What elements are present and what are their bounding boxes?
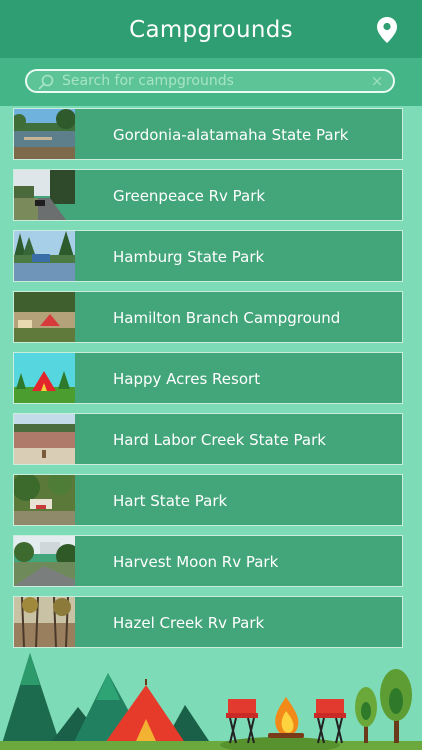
list-item[interactable]: Gordonia-alatamaha State Park bbox=[13, 108, 403, 160]
campground-name: Hazel Creek Rv Park bbox=[113, 614, 265, 632]
list-item[interactable]: Hamburg State Park bbox=[13, 230, 403, 282]
list-item[interactable]: Hazel Creek Rv Park bbox=[13, 596, 403, 648]
campground-name: Hamilton Branch Campground bbox=[113, 309, 341, 327]
campground-name: Hard Labor Creek State Park bbox=[113, 431, 326, 449]
list-item[interactable]: Harvest Moon Rv Park bbox=[13, 535, 403, 587]
page-title: Campgrounds bbox=[129, 17, 293, 43]
campground-thumbnail bbox=[14, 170, 75, 220]
tree-icon bbox=[355, 687, 377, 743]
search-field[interactable]: × bbox=[25, 69, 395, 93]
list-item[interactable]: Greenpeace Rv Park bbox=[13, 169, 403, 221]
campground-thumbnail bbox=[14, 414, 75, 464]
campground-thumbnail bbox=[14, 536, 75, 586]
campground-name: Hart State Park bbox=[113, 492, 228, 510]
campground-name: Gordonia-alatamaha State Park bbox=[113, 126, 349, 144]
campfire-icon bbox=[268, 697, 304, 738]
camp-chair-icon bbox=[226, 699, 258, 744]
campground-thumbnail bbox=[14, 109, 75, 159]
search-input[interactable] bbox=[62, 71, 372, 91]
campground-thumbnail bbox=[14, 353, 75, 403]
magnifier-icon bbox=[38, 74, 54, 90]
app-header: Campgrounds bbox=[0, 0, 422, 58]
search-bar: × bbox=[0, 58, 422, 106]
camp-chair-icon bbox=[314, 699, 346, 744]
campground-thumbnail bbox=[14, 597, 75, 647]
list-item[interactable]: Happy Acres Resort bbox=[13, 352, 403, 404]
campground-thumbnail bbox=[14, 475, 75, 525]
list-item[interactable]: Hamilton Branch Campground bbox=[13, 291, 403, 343]
campground-name: Hamburg State Park bbox=[113, 248, 265, 266]
campground-name: Harvest Moon Rv Park bbox=[113, 553, 279, 571]
list-item[interactable]: Hard Labor Creek State Park bbox=[13, 413, 403, 465]
tree-icon bbox=[380, 669, 412, 743]
clear-x-icon[interactable]: × bbox=[369, 72, 385, 90]
campsite-illustration bbox=[0, 653, 422, 750]
map-marker-icon bbox=[377, 17, 397, 43]
campground-thumbnail bbox=[14, 231, 75, 281]
campground-thumbnail bbox=[14, 292, 75, 342]
campground-name: Happy Acres Resort bbox=[113, 370, 261, 388]
campground-name: Greenpeace Rv Park bbox=[113, 187, 266, 205]
grass-ground bbox=[0, 741, 422, 750]
list-item[interactable]: Hart State Park bbox=[13, 474, 403, 526]
location-button[interactable] bbox=[375, 16, 399, 44]
